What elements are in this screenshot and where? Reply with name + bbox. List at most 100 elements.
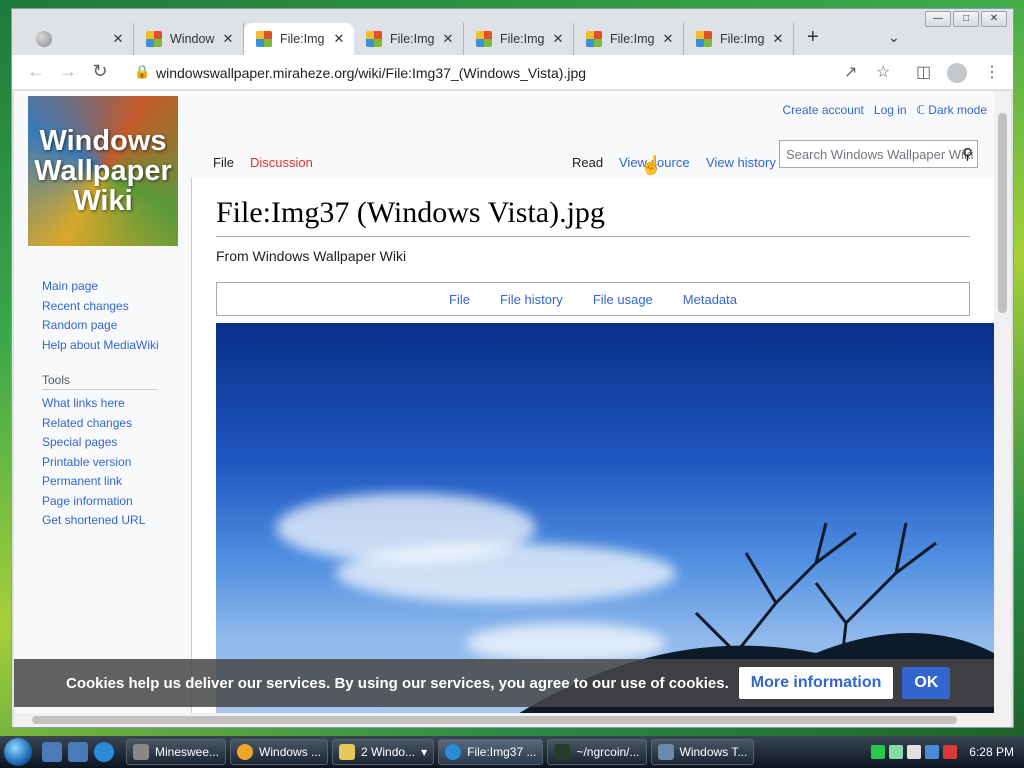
tree-silhouette	[516, 522, 994, 715]
new-tab-plus-icon[interactable]: +	[807, 26, 819, 49]
tab-label: File:Img	[390, 32, 435, 46]
taskbar-item[interactable]: Mineswee...	[126, 739, 227, 765]
tab-label: File:Img	[610, 32, 655, 46]
browser-tab[interactable]: File:Img ✕	[464, 23, 574, 55]
switch-windows-icon[interactable]	[68, 742, 88, 762]
start-button[interactable]	[0, 736, 36, 768]
folder-icon	[339, 744, 356, 760]
more-information-button[interactable]: More information	[738, 667, 894, 699]
close-icon[interactable]: ✕	[221, 31, 235, 47]
network-icon[interactable]	[889, 745, 904, 759]
sidebar-item-printable-version[interactable]: Printable version	[42, 455, 159, 475]
reload-icon[interactable]: ↻	[88, 61, 112, 82]
chevron-down-icon[interactable]: ⌄	[888, 29, 900, 46]
sidebar-item-recent-changes[interactable]: Recent changes	[42, 299, 159, 319]
sidebar-item-shortened-url[interactable]: Get shortened URL	[42, 513, 159, 533]
taskbar-item-label: 2 Windo...	[361, 745, 416, 759]
wiki-favicon-icon	[696, 31, 712, 47]
sidebar-item-related-changes[interactable]: Related changes	[42, 416, 159, 436]
browser-tab[interactable]: ✕	[24, 23, 134, 55]
lock-icon[interactable]: 🔒	[134, 64, 150, 80]
close-icon[interactable]: ✕	[111, 31, 125, 47]
close-icon[interactable]: ✕	[551, 31, 565, 47]
dark-mode-toggle[interactable]: ℂ Dark mode	[917, 103, 987, 117]
browser-tab[interactable]: File:Img ✕	[354, 23, 464, 55]
file-toc-history[interactable]: File history	[500, 292, 563, 307]
tab-read[interactable]: Read	[564, 155, 611, 178]
forward-arrow-icon[interactable]: →	[56, 61, 80, 82]
taskbar-item[interactable]: 2 Windo... ▾	[332, 739, 435, 765]
wiki-logo[interactable]: Windows Wallpaper Wiki	[28, 96, 178, 246]
tab-view-history[interactable]: View history	[698, 155, 784, 178]
sidebar-item-random-page[interactable]: Random page	[42, 318, 159, 338]
sidebar-item-special-pages[interactable]: Special pages	[42, 435, 159, 455]
personal-tools: Create account Log in ℂ Dark mode	[783, 103, 988, 117]
terminal-icon	[554, 744, 571, 760]
wiki-favicon-icon	[256, 31, 272, 47]
wiki-favicon-icon	[476, 31, 492, 47]
log-in-link[interactable]: Log in	[874, 103, 907, 117]
tab-label: Window	[170, 32, 215, 46]
back-arrow-icon[interactable]: ←	[24, 61, 48, 82]
minesweeper-icon	[133, 744, 149, 760]
file-toc-metadata[interactable]: Metadata	[683, 292, 737, 307]
file-toc: File File history File usage Metadata	[216, 282, 970, 316]
task-manager-icon	[657, 744, 674, 760]
sidebar-item-main-page[interactable]: Main page	[42, 279, 159, 299]
display-icon[interactable]	[925, 745, 940, 759]
browser-tab-active[interactable]: File:Img ✕	[244, 23, 354, 55]
sidebar-item-what-links-here[interactable]: What links here	[42, 396, 159, 416]
cpu-meter-icon[interactable]	[871, 745, 886, 759]
sidebar-item-help[interactable]: Help about MediaWiki	[42, 338, 159, 358]
file-toc-file[interactable]: File	[449, 292, 470, 307]
taskbar-item-label: Mineswee...	[155, 745, 220, 759]
taskbar-item-active[interactable]: File:Img37 ...	[438, 739, 544, 765]
sidebar-item-permanent-link[interactable]: Permanent link	[42, 474, 159, 494]
star-icon[interactable]: ☆	[876, 62, 890, 82]
clock[interactable]: 6:28 PM	[969, 745, 1014, 759]
taskbar-item-label: Windows T...	[679, 745, 748, 759]
taskbar-item[interactable]: Windows T...	[650, 739, 755, 765]
taskbar-item-label: ~/ngrcoin/...	[576, 745, 640, 759]
taskbar-item[interactable]: ~/ngrcoin/...	[547, 739, 647, 765]
taskbar-item-label: File:Img37 ...	[467, 745, 537, 759]
create-account-link[interactable]: Create account	[783, 103, 864, 117]
logo-text: Windows Wallpaper Wiki	[34, 125, 172, 217]
show-desktop-icon[interactable]	[42, 742, 62, 762]
address-bar[interactable]: windowswallpaper.miraheze.org/wiki/File:…	[156, 65, 586, 81]
vertical-scrollbar[interactable]	[994, 91, 1011, 715]
notes-icon[interactable]	[907, 745, 922, 759]
taskbar-item-label: Windows ...	[259, 745, 322, 759]
search-input[interactable]: Search Windows Wallpaper Wiki	[779, 140, 978, 168]
chrome-icon	[445, 744, 462, 760]
volume-muted-icon[interactable]	[943, 745, 958, 759]
close-icon[interactable]: ✕	[332, 31, 346, 47]
kebab-menu-icon[interactable]: ⋮	[984, 62, 1000, 82]
close-icon[interactable]: ✕	[771, 31, 785, 47]
close-icon[interactable]: ✕	[661, 31, 675, 47]
scrollbar-thumb[interactable]	[998, 113, 1007, 313]
taskbar-item[interactable]: Windows ...	[230, 739, 329, 765]
tab-file[interactable]: File	[205, 155, 242, 178]
tab-label: File:Img	[280, 32, 325, 46]
tab-discussion[interactable]: Discussion	[242, 155, 321, 178]
tab-strip: ✕ Window ✕ File:Img ✕ File:Img ✕ File:Im…	[12, 9, 1013, 55]
wallpaper-image[interactable]	[216, 323, 994, 715]
internet-explorer-icon[interactable]	[94, 742, 114, 762]
scrollbar-thumb[interactable]	[32, 716, 957, 724]
cookie-text: Cookies help us deliver our services. By…	[66, 674, 729, 692]
horizontal-scrollbar[interactable]	[14, 713, 1011, 727]
taskbar: Mineswee... Windows ... 2 Windo... ▾ Fil…	[0, 736, 1024, 768]
side-panel-icon[interactable]: ◫	[916, 62, 931, 82]
file-toc-usage[interactable]: File usage	[593, 292, 653, 307]
profile-icon[interactable]	[947, 63, 967, 83]
browser-toolbar: ← → ↻ 🔒 windowswallpaper.miraheze.org/wi…	[12, 55, 1013, 90]
browser-tab[interactable]: Window ✕	[134, 23, 244, 55]
close-icon[interactable]: ✕	[441, 31, 455, 47]
browser-tab[interactable]: File:Img ✕	[684, 23, 794, 55]
share-icon[interactable]: ↗	[844, 62, 857, 82]
cookie-ok-button[interactable]: OK	[902, 667, 951, 699]
browser-tab[interactable]: File:Img ✕	[574, 23, 684, 55]
globe-icon	[36, 31, 52, 47]
sidebar-item-page-information[interactable]: Page information	[42, 494, 159, 514]
